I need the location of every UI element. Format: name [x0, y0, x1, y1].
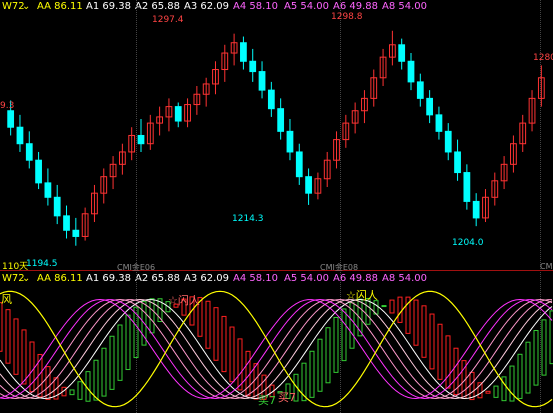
- indicator-bar: [309, 350, 315, 398]
- axis-tag-1: CMI金E06: [117, 263, 156, 272]
- indicator-bar: [5, 309, 11, 364]
- indicator-bar: [213, 307, 219, 361]
- axis-tag-2: CMI金E08: [320, 263, 359, 272]
- candle-body: [277, 108, 285, 132]
- indicator-bar: [429, 313, 435, 370]
- indicator-bar: [21, 329, 27, 385]
- indicator-bar: [13, 318, 19, 375]
- candle-body: [174, 106, 182, 122]
- indicator-bar: [501, 376, 507, 402]
- candle-body: [286, 130, 294, 153]
- indicator-bar: [109, 335, 115, 390]
- indicator-bar: [93, 359, 99, 401]
- label-low1: 1194.5: [26, 259, 58, 269]
- indicator-bar: [341, 308, 347, 362]
- candle-body: [249, 60, 257, 73]
- indicator-bar: [485, 390, 491, 394]
- candle-body: [407, 60, 415, 83]
- indicator-bar: [117, 324, 123, 381]
- sell-signal-1: ☆闪人: [168, 294, 200, 307]
- indicator-bar: [0, 302, 3, 352]
- candle-body: [435, 114, 443, 132]
- candle-body: [16, 126, 24, 145]
- indicator-bar: [525, 341, 531, 394]
- axis-tag-3: CMI: [540, 262, 553, 271]
- indicator-bar: [317, 338, 323, 392]
- indicator-bar: [229, 326, 235, 383]
- candle-body: [267, 89, 275, 110]
- indicator-bar: [413, 299, 419, 346]
- candle-body: [416, 81, 424, 99]
- candle-body: [295, 151, 303, 178]
- label-left: 9.3: [0, 101, 15, 111]
- indicator-bar: [533, 330, 539, 386]
- indicator-bar: [245, 350, 251, 397]
- indicator-bar: [333, 316, 339, 373]
- candle-body: [7, 110, 15, 128]
- candle-body: [72, 229, 80, 237]
- candle-body: [258, 71, 266, 91]
- indicator-bar: [381, 305, 387, 308]
- candle-body: [53, 196, 61, 217]
- indicator-bar: [237, 338, 243, 391]
- indicator-bar: [397, 296, 403, 323]
- label-high2: 1298.8: [331, 12, 363, 22]
- indicator-bar: [389, 299, 395, 314]
- indicator-bar: [437, 323, 443, 380]
- candle-body: [35, 159, 42, 184]
- label-low2: 1214.3: [232, 214, 264, 224]
- candle-body: [63, 215, 70, 231]
- label-high1: 1297.4: [152, 15, 184, 25]
- buy-signal-1: 买7: [278, 391, 296, 404]
- label-period: 110天: [2, 262, 29, 272]
- candle-body: [426, 97, 434, 116]
- indicator-bar: [541, 319, 547, 376]
- candle-body: [444, 130, 452, 153]
- indicator-bar: [517, 353, 523, 399]
- indicator-bar: [69, 389, 75, 396]
- label-low3: 1204.0: [452, 238, 484, 248]
- candle-body: [463, 172, 471, 202]
- indicator-bar: [101, 347, 107, 397]
- candle-body: [25, 143, 33, 161]
- label-right: 1280: [533, 53, 553, 63]
- candle-body: [240, 42, 247, 62]
- indicator-bar: [445, 335, 451, 389]
- candle-body: [454, 151, 461, 174]
- price-chart[interactable]: [0, 0, 553, 413]
- candle-body: [398, 44, 406, 62]
- indicator-bar: [77, 381, 83, 400]
- sell-signal-2: ☆闪人: [346, 289, 378, 302]
- indicator-bar: [421, 305, 427, 358]
- indicator-bar: [221, 315, 227, 373]
- indicator-bar: [469, 371, 475, 401]
- indicator-bar: [493, 385, 499, 398]
- indicator-bar: [125, 314, 131, 371]
- ribbon-line: [0, 298, 553, 400]
- candle-body: [44, 182, 52, 198]
- indicator-bar: [205, 300, 211, 349]
- signal-label-left: 风: [1, 293, 12, 306]
- candle-body: [137, 134, 145, 145]
- candle-body: [472, 200, 480, 219]
- buy-signal-2: 买7: [258, 394, 276, 407]
- candle-body: [305, 176, 312, 194]
- indicator-bar: [325, 327, 331, 384]
